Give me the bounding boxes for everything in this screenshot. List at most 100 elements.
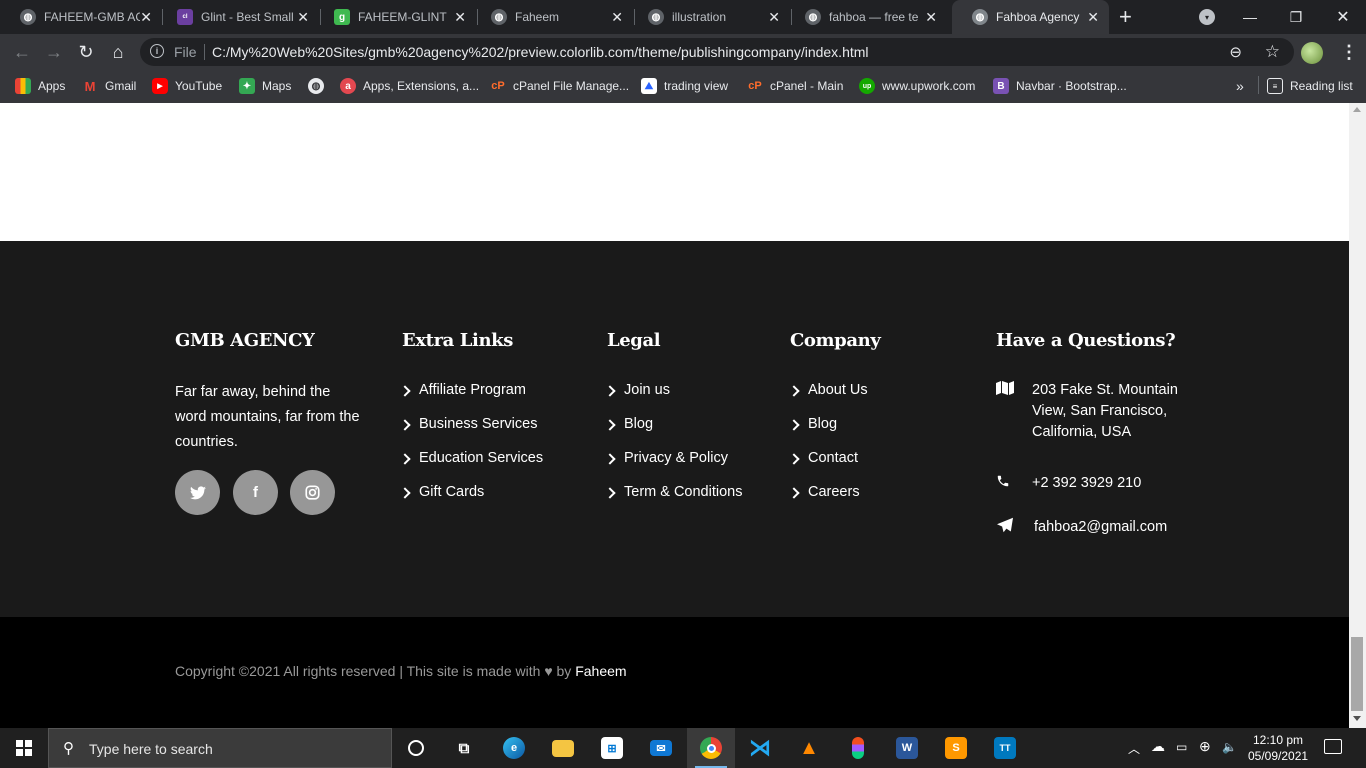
copyright-author-link[interactable]: Faheem bbox=[575, 663, 626, 679]
url-text[interactable]: C:/My%20Web%20Sites/gmb%20agency%202/pre… bbox=[212, 44, 869, 60]
scroll-down-arrow-icon[interactable] bbox=[1353, 716, 1361, 721]
windows-start-icon[interactable] bbox=[16, 740, 32, 756]
bookmark-trading-view[interactable]: ⛰ trading view bbox=[641, 76, 728, 96]
new-tab-button[interactable]: + bbox=[1119, 4, 1132, 30]
home-icon[interactable]: ⌂ bbox=[106, 40, 130, 64]
bookmark-apps[interactable]: Apps bbox=[15, 76, 65, 96]
bookmark-upwork[interactable]: up www.upwork.com bbox=[859, 76, 975, 96]
bookmark-gmail[interactable]: M Gmail bbox=[82, 76, 137, 96]
facebook-icon[interactable]: f bbox=[233, 470, 278, 515]
footer-link-about-us[interactable]: About Us bbox=[788, 382, 868, 416]
footer-link-careers[interactable]: Careers bbox=[788, 484, 868, 518]
tab-faheem[interactable]: ◍ Faheem ✕ bbox=[471, 0, 633, 34]
footer-link-join-us[interactable]: Join us bbox=[604, 382, 742, 416]
window-close-button[interactable]: ✕ bbox=[1320, 0, 1366, 34]
instagram-icon[interactable] bbox=[290, 470, 335, 515]
zoom-icon[interactable]: ⊖ bbox=[1229, 43, 1242, 61]
footer-link-company-blog[interactable]: Blog bbox=[788, 416, 868, 450]
close-icon[interactable]: ✕ bbox=[140, 9, 152, 25]
footer-link-privacy-policy[interactable]: Privacy & Policy bbox=[604, 450, 742, 484]
taskbar-search-box[interactable]: ⚲ Type here to search bbox=[48, 728, 392, 768]
browser-toolbar: ← → ↻ ⌂ i File C:/My%20Web%20Sites/gmb%2… bbox=[0, 34, 1366, 70]
bookmark-cpanel-file-manager[interactable]: cP cPanel File Manage... bbox=[490, 76, 629, 96]
file-explorer-icon[interactable] bbox=[539, 728, 587, 768]
chevron-up-icon[interactable]: ︿ bbox=[1128, 740, 1140, 757]
tab-faheem-gmb-agency[interactable]: ◍ FAHEEM-GMB AGENCY ✕ bbox=[0, 0, 162, 34]
store-icon[interactable]: ⊞ bbox=[588, 728, 636, 768]
reading-list-button[interactable]: ≡ Reading list bbox=[1267, 76, 1353, 96]
onedrive-icon[interactable]: ☁ bbox=[1151, 738, 1165, 755]
trello-icon[interactable]: TT bbox=[981, 728, 1029, 768]
address-text: 203 Fake St. Mountain View, San Francisc… bbox=[1032, 382, 1178, 440]
vlc-icon[interactable]: ▲ bbox=[785, 728, 833, 768]
forward-icon[interactable]: → bbox=[42, 40, 66, 64]
site-info-icon[interactable]: i bbox=[150, 44, 164, 58]
close-icon[interactable]: ✕ bbox=[1087, 9, 1099, 25]
scroll-thumb[interactable] bbox=[1351, 637, 1363, 711]
bookmark-star-icon[interactable]: ☆ bbox=[1265, 42, 1280, 62]
address-bar[interactable]: i File C:/My%20Web%20Sites/gmb%20agency%… bbox=[140, 38, 1294, 66]
close-icon[interactable]: ✕ bbox=[611, 9, 623, 25]
close-icon[interactable]: ✕ bbox=[454, 9, 466, 25]
footer-link-terms-conditions[interactable]: Term & Conditions bbox=[604, 484, 743, 518]
link-label: About Us bbox=[808, 382, 868, 398]
bookmark-cpanel-main[interactable]: cP cPanel - Main bbox=[747, 76, 843, 96]
footer-link-affiliate-program[interactable]: Affiliate Program bbox=[399, 382, 543, 416]
globe-icon: ◍ bbox=[648, 9, 664, 25]
figma-icon[interactable] bbox=[834, 728, 882, 768]
back-icon[interactable]: ← bbox=[10, 40, 34, 64]
minimize-button[interactable]: — bbox=[1227, 0, 1273, 34]
tab-fahboa-agency[interactable]: ◍ Fahboa Agency ✕ bbox=[952, 0, 1109, 34]
footer-link-gift-cards[interactable]: Gift Cards bbox=[399, 484, 543, 518]
tab-illustration[interactable]: ◍ illustration ✕ bbox=[628, 0, 790, 34]
close-icon[interactable]: ✕ bbox=[925, 9, 937, 25]
contact-phone[interactable]: +2 392 3929 210 bbox=[996, 473, 1182, 494]
overflow-label: » bbox=[1236, 78, 1244, 94]
restore-button[interactable]: ❐ bbox=[1273, 0, 1319, 34]
notification-center-icon[interactable] bbox=[1324, 739, 1342, 754]
battery-icon[interactable]: ▭ bbox=[1176, 740, 1187, 754]
bookmark-youtube[interactable]: ▶ YouTube bbox=[152, 76, 222, 96]
page-scrollbar[interactable] bbox=[1349, 103, 1366, 728]
close-icon[interactable]: ✕ bbox=[768, 9, 780, 25]
mail-icon[interactable]: ✉ bbox=[637, 728, 685, 768]
system-clock[interactable]: 12:10 pm 05/09/2021 bbox=[1248, 732, 1308, 764]
adobe-icon: a bbox=[340, 78, 356, 94]
bookmark-globe[interactable]: ◍ bbox=[308, 76, 331, 96]
globe-icon: ◍ bbox=[20, 9, 36, 25]
tab-search-icon[interactable]: ▾ bbox=[1199, 9, 1215, 25]
mail-glyph: ✉ bbox=[650, 740, 672, 756]
link-label: Term & Conditions bbox=[624, 484, 743, 500]
bookmark-maps[interactable]: ✦ Maps bbox=[239, 76, 291, 96]
footer-link-contact[interactable]: Contact bbox=[788, 450, 868, 484]
footer-link-education-services[interactable]: Education Services bbox=[399, 450, 543, 484]
bookmark-label: Maps bbox=[262, 79, 292, 93]
network-icon[interactable]: ⊕ bbox=[1199, 738, 1211, 755]
menu-kebab-icon[interactable]: ⋮ bbox=[1340, 40, 1358, 64]
word-icon[interactable]: W bbox=[883, 728, 931, 768]
tab-fahboa-free[interactable]: ◍ fahboa — free templates ✕ bbox=[785, 0, 947, 34]
close-icon[interactable]: ✕ bbox=[297, 9, 309, 25]
bookmark-apps-extensions[interactable]: a Apps, Extensions, a... bbox=[340, 76, 479, 96]
volume-icon[interactable]: 🔈 bbox=[1222, 740, 1237, 754]
link-label: Join us bbox=[624, 382, 670, 398]
edge-icon[interactable]: e bbox=[490, 728, 538, 768]
sublime-icon[interactable]: S bbox=[932, 728, 980, 768]
footer-link-business-services[interactable]: Business Services bbox=[399, 416, 543, 450]
footer-link-blog[interactable]: Blog bbox=[604, 416, 742, 450]
contact-email[interactable]: fahboa2@gmail.com bbox=[996, 517, 1182, 539]
vscode-icon[interactable]: ⋊ bbox=[736, 728, 784, 768]
task-view-icon[interactable]: ⧉ bbox=[440, 728, 488, 768]
chevron-right-icon bbox=[604, 487, 616, 499]
cortana-icon[interactable] bbox=[392, 728, 440, 768]
bootstrap-icon: B bbox=[993, 78, 1009, 94]
reload-icon[interactable]: ↻ bbox=[74, 40, 98, 64]
profile-avatar[interactable] bbox=[1301, 42, 1323, 64]
twitter-icon[interactable] bbox=[175, 470, 220, 515]
tab-glint[interactable]: cl Glint - Best Small ✕ bbox=[157, 0, 319, 34]
bookmark-bootstrap[interactable]: B Navbar · Bootstrap... bbox=[993, 76, 1127, 96]
bookmarks-overflow-button[interactable]: » bbox=[1236, 76, 1244, 96]
tab-faheem-glint[interactable]: g FAHEEM-GLINT ✕ bbox=[314, 0, 476, 34]
scroll-up-arrow-icon[interactable] bbox=[1353, 107, 1361, 112]
chrome-icon[interactable] bbox=[687, 728, 735, 768]
